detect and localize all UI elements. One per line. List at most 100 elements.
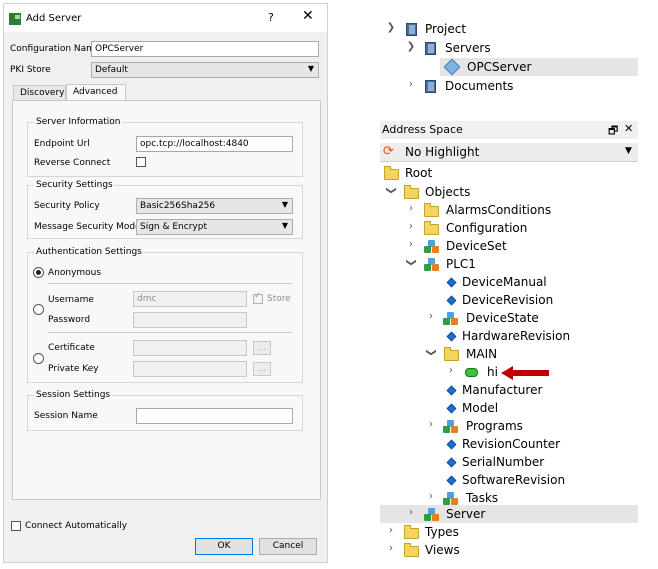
object-icon — [443, 420, 459, 433]
username-radio[interactable] — [33, 304, 44, 315]
config-name-input[interactable]: OPCServer — [91, 41, 319, 57]
chevron-right-icon[interactable]: › — [406, 239, 416, 250]
username-input[interactable]: dmc — [133, 291, 247, 307]
private-key-input[interactable] — [133, 361, 247, 377]
security-policy-select[interactable]: Basic256Sha256 ▼ — [136, 198, 293, 214]
tree-item-main[interactable]: ❯ MAIN — [380, 346, 638, 363]
tree-item-opcserver[interactable]: OPCServer — [440, 58, 638, 76]
tree-item-types[interactable]: › Types — [380, 524, 638, 541]
tree-item-objects[interactable]: ❯ Objects — [380, 184, 638, 201]
session-name-input[interactable] — [136, 408, 293, 424]
chevron-down-icon[interactable]: ❯ — [406, 258, 417, 268]
tree-item-label: Servers — [445, 41, 491, 55]
close-panel-icon[interactable]: ✕ — [624, 122, 633, 135]
tree-item-configuration[interactable]: › Configuration — [380, 220, 638, 237]
tree-item-alarmsconditions[interactable]: › AlarmsConditions — [380, 202, 638, 219]
tree-item-label: Programs — [466, 419, 523, 433]
tab-advanced[interactable]: Advanced — [66, 84, 126, 101]
certificate-radio[interactable] — [33, 353, 44, 364]
tree-item-label: SoftwareRevision — [462, 473, 566, 487]
chevron-right-icon[interactable]: › — [426, 311, 436, 322]
tree-item-programs[interactable]: › Programs — [380, 418, 638, 435]
tree-item-label: Tasks — [466, 491, 499, 505]
server-info-group: Server Information Endpoint Url opc.tcp:… — [27, 117, 303, 177]
chevron-down-icon: ▼ — [281, 221, 288, 230]
documents-icon — [425, 80, 436, 93]
tree-item-server[interactable]: › Server — [380, 505, 638, 523]
chevron-right-icon[interactable]: › — [386, 525, 396, 536]
ok-button[interactable]: OK — [195, 538, 253, 555]
tree-item-label: Project — [425, 22, 467, 36]
tab-discovery[interactable]: Discovery — [13, 85, 66, 101]
chevron-down-icon: ▼ — [281, 200, 288, 209]
security-settings-group: Security Settings Security Policy Basic2… — [27, 180, 303, 239]
chevron-right-icon[interactable]: › — [446, 365, 456, 376]
title-bar: Add Server ? ✕ — [4, 4, 327, 32]
tree-item-hi[interactable]: › hi — [380, 364, 638, 381]
tree-item-servers[interactable]: ❯ Servers — [380, 39, 638, 57]
float-panel-icon[interactable]: 🗗 — [608, 122, 618, 141]
chevron-right-icon[interactable]: › — [406, 507, 416, 518]
tree-item-devicestate[interactable]: › DeviceState — [380, 310, 638, 327]
chevron-right-icon[interactable]: › — [426, 419, 436, 430]
tree-item-root[interactable]: Root — [380, 165, 638, 182]
tree-item-manufacturer[interactable]: Manufacturer — [380, 382, 638, 399]
folder-icon — [424, 221, 439, 235]
chevron-right-icon[interactable]: › — [406, 79, 416, 90]
tree-item-plc1[interactable]: ❯ PLC1 — [380, 256, 638, 273]
tree-item-devicemanual[interactable]: DeviceManual — [380, 274, 638, 291]
password-input[interactable] — [133, 312, 247, 328]
cancel-button[interactable]: Cancel — [259, 538, 317, 555]
chevron-right-icon[interactable]: › — [426, 491, 436, 502]
message-security-select[interactable]: Sign & Encrypt ▼ — [136, 219, 293, 235]
tree-item-revisioncounter[interactable]: RevisionCounter — [380, 436, 638, 453]
chevron-down-icon[interactable]: ❯ — [406, 41, 416, 52]
property-icon — [446, 295, 457, 306]
tree-item-deviceset[interactable]: › DeviceSet — [380, 238, 638, 255]
anonymous-label: Anonymous — [48, 268, 102, 278]
close-button[interactable]: ✕ — [302, 8, 314, 24]
tree-item-devicerevision[interactable]: DeviceRevision — [380, 292, 638, 309]
tree-item-label: AlarmsConditions — [446, 203, 552, 217]
tree-item-views[interactable]: › Views — [380, 542, 638, 559]
reverse-connect-checkbox[interactable] — [136, 157, 146, 167]
username-label: Username — [48, 295, 94, 305]
tree-item-serialnumber[interactable]: SerialNumber — [380, 454, 638, 471]
security-settings-title: Security Settings — [34, 180, 115, 190]
chevron-down-icon[interactable]: ❯ — [386, 186, 397, 196]
session-settings-title: Session Settings — [34, 390, 113, 400]
help-button[interactable]: ? — [268, 11, 274, 24]
store-label: Store — [267, 294, 291, 304]
tree-item-label: Manufacturer — [462, 383, 543, 397]
tree-item-model[interactable]: Model — [380, 400, 638, 417]
object-icon — [443, 492, 459, 505]
tree-item-label: DeviceRevision — [462, 293, 554, 307]
panel-title: Address Space — [382, 123, 463, 136]
refresh-icon[interactable]: ⟳ — [383, 144, 394, 159]
folder-icon — [404, 525, 419, 539]
tree-item-label: Types — [425, 525, 459, 539]
tree-item-label: Documents — [445, 79, 514, 93]
chevron-right-icon[interactable]: › — [386, 543, 396, 554]
anonymous-radio[interactable] — [33, 267, 44, 278]
chevron-right-icon[interactable]: › — [406, 203, 416, 214]
message-security-value: Sign & Encrypt — [140, 222, 207, 232]
tree-item-hardwarerevision[interactable]: HardwareRevision — [380, 328, 638, 345]
browse-certificate-button[interactable]: ... — [253, 341, 271, 355]
browse-private-key-button[interactable]: ... — [253, 362, 271, 376]
tree-item-project[interactable]: ❯ Project — [380, 20, 638, 38]
endpoint-url-label: Endpoint Url — [34, 139, 90, 149]
chevron-down-icon[interactable]: ❯ — [386, 22, 396, 33]
check-icon: ✓ — [254, 291, 262, 301]
chevron-right-icon[interactable]: › — [406, 221, 416, 232]
chevron-down-icon[interactable]: ❯ — [426, 348, 437, 358]
pki-store-select[interactable]: Default ▼ — [91, 62, 319, 78]
highlight-select[interactable]: ⟳ No Highlight ▼ — [380, 143, 638, 162]
password-label: Password — [48, 315, 91, 325]
tree-item-softwarerevision[interactable]: SoftwareRevision — [380, 472, 638, 489]
endpoint-url-input[interactable]: opc.tcp://localhost:4840 — [136, 136, 293, 152]
reverse-connect-label: Reverse Connect — [34, 158, 111, 168]
certificate-input[interactable] — [133, 340, 247, 356]
connect-automatically-checkbox[interactable] — [11, 521, 21, 531]
tree-item-documents[interactable]: › Documents — [380, 77, 638, 95]
